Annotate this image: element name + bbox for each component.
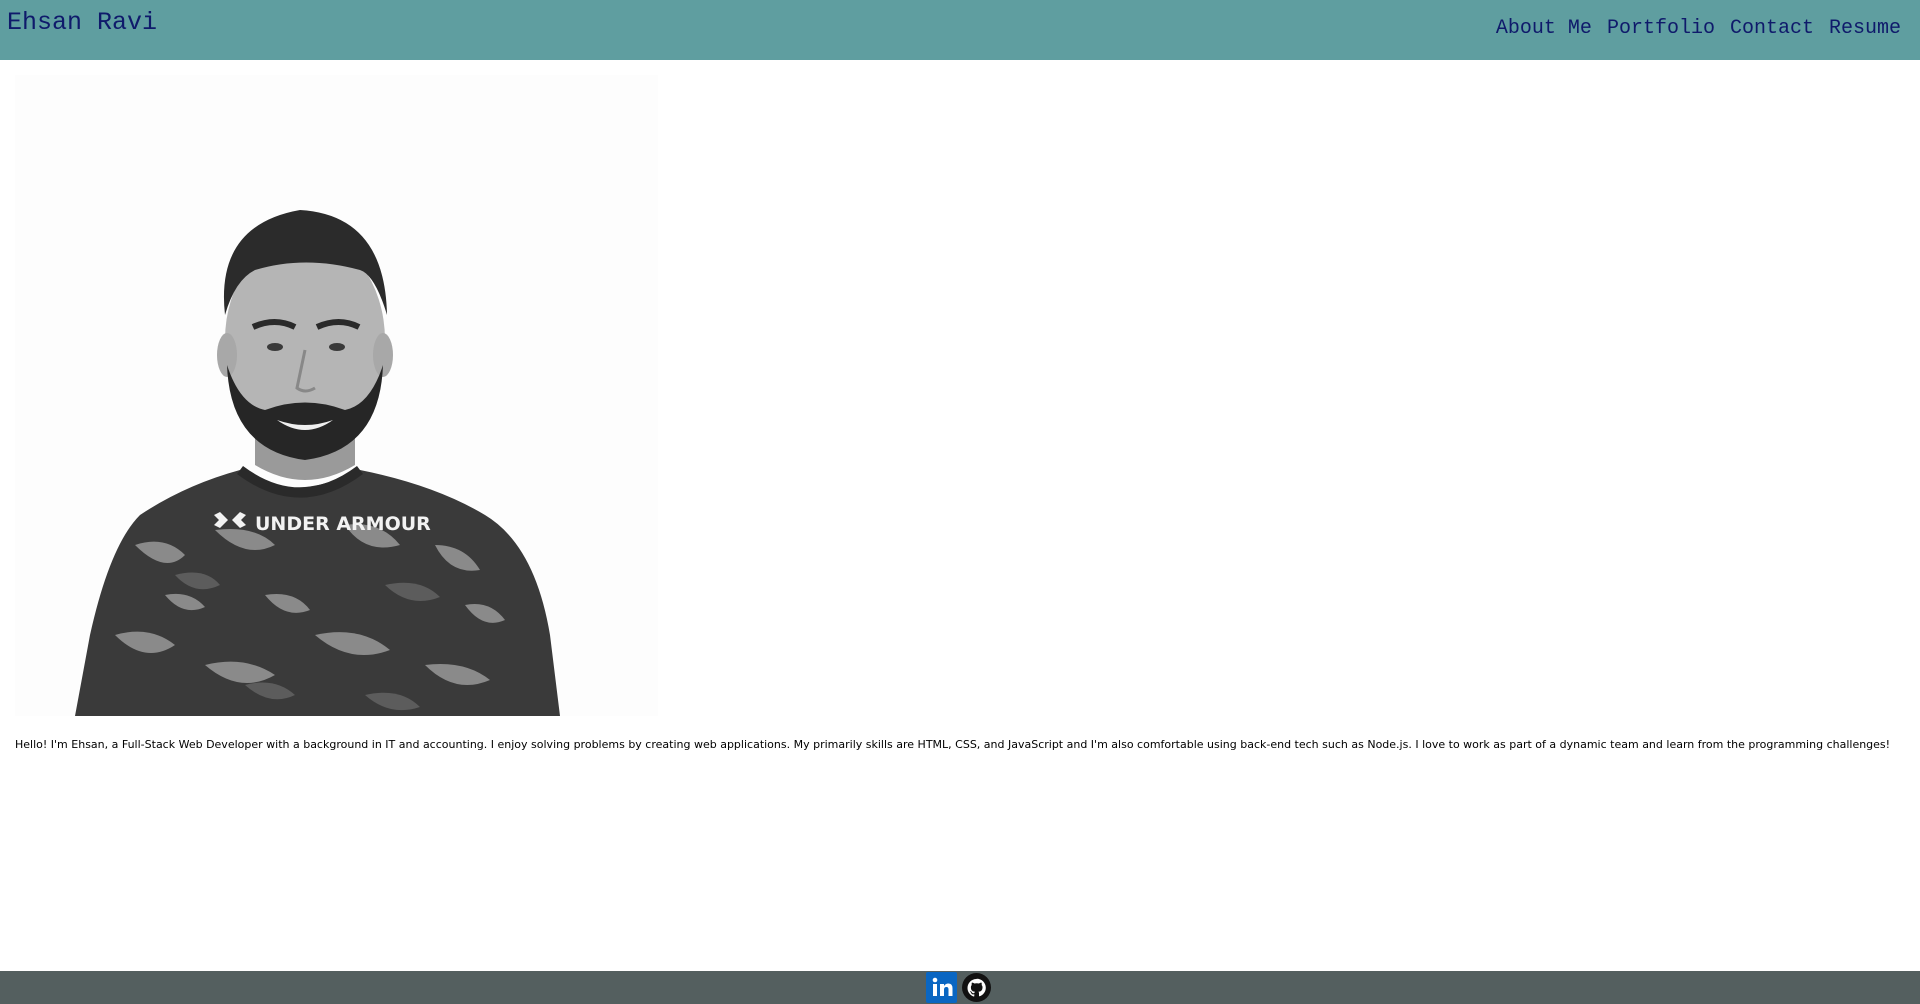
nav-link-about-me[interactable]: About Me xyxy=(1496,17,1592,41)
github-icon xyxy=(962,973,991,1002)
shirt-logo-text: UNDER ARMOUR xyxy=(255,513,431,535)
nav-link-resume[interactable]: Resume xyxy=(1829,17,1901,41)
social-links xyxy=(926,971,992,1004)
github-link[interactable] xyxy=(961,972,992,1003)
profile-photo: UNDER ARMOUR xyxy=(15,75,658,716)
site-header: Ehsan Ravi About Me Portfolio Contact Re… xyxy=(0,0,1920,60)
nav-link-contact[interactable]: Contact xyxy=(1730,17,1814,41)
linkedin-link[interactable] xyxy=(926,972,957,1003)
site-footer xyxy=(0,971,1920,1004)
linkedin-icon xyxy=(926,972,957,1003)
main-nav: About Me Portfolio Contact Resume xyxy=(1496,17,1901,41)
bio-text: Hello! I'm Ehsan, a Full-Stack Web Devel… xyxy=(15,738,1891,751)
site-title[interactable]: Ehsan Ravi xyxy=(7,9,157,37)
nav-link-portfolio[interactable]: Portfolio xyxy=(1607,17,1715,41)
page: Ehsan Ravi About Me Portfolio Contact Re… xyxy=(0,0,1920,1004)
